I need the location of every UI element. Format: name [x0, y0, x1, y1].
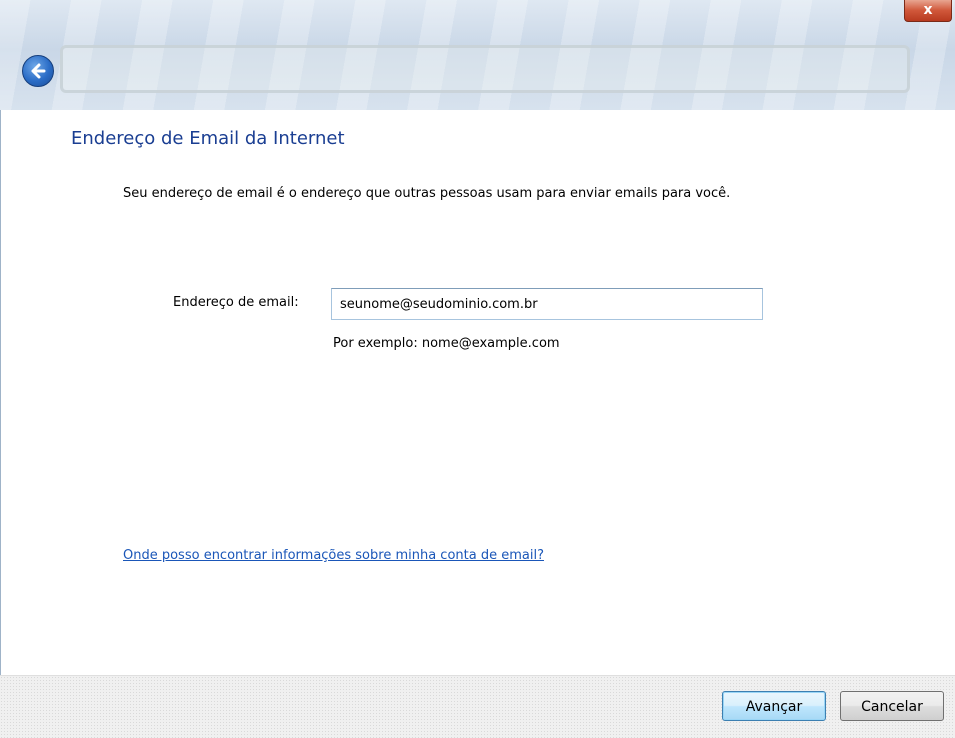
close-icon: x — [923, 2, 933, 18]
back-button[interactable] — [22, 55, 54, 87]
help-link[interactable]: Onde posso encontrar informações sobre m… — [123, 548, 544, 563]
back-arrow-icon — [31, 63, 46, 79]
page-title: Endereço de Email da Internet — [71, 128, 345, 149]
wizard-content: Endereço de Email da Internet Seu endere… — [0, 110, 955, 675]
email-field[interactable] — [331, 288, 763, 320]
wizard-title-frame — [60, 45, 910, 93]
email-field-label: Endereço de email: — [173, 295, 299, 310]
email-example-hint: Por exemplo: nome@example.com — [333, 336, 560, 351]
wizard-window: x Endereço de Email da Internet Seu ende… — [0, 0, 955, 738]
title-bar: x — [0, 0, 955, 110]
next-button[interactable]: Avançar — [722, 691, 826, 721]
cancel-button[interactable]: Cancelar — [840, 691, 944, 721]
wizard-footer: Avançar Cancelar — [0, 675, 955, 738]
close-button[interactable]: x — [904, 0, 952, 22]
page-description: Seu endereço de email é o endereço que o… — [123, 186, 731, 201]
